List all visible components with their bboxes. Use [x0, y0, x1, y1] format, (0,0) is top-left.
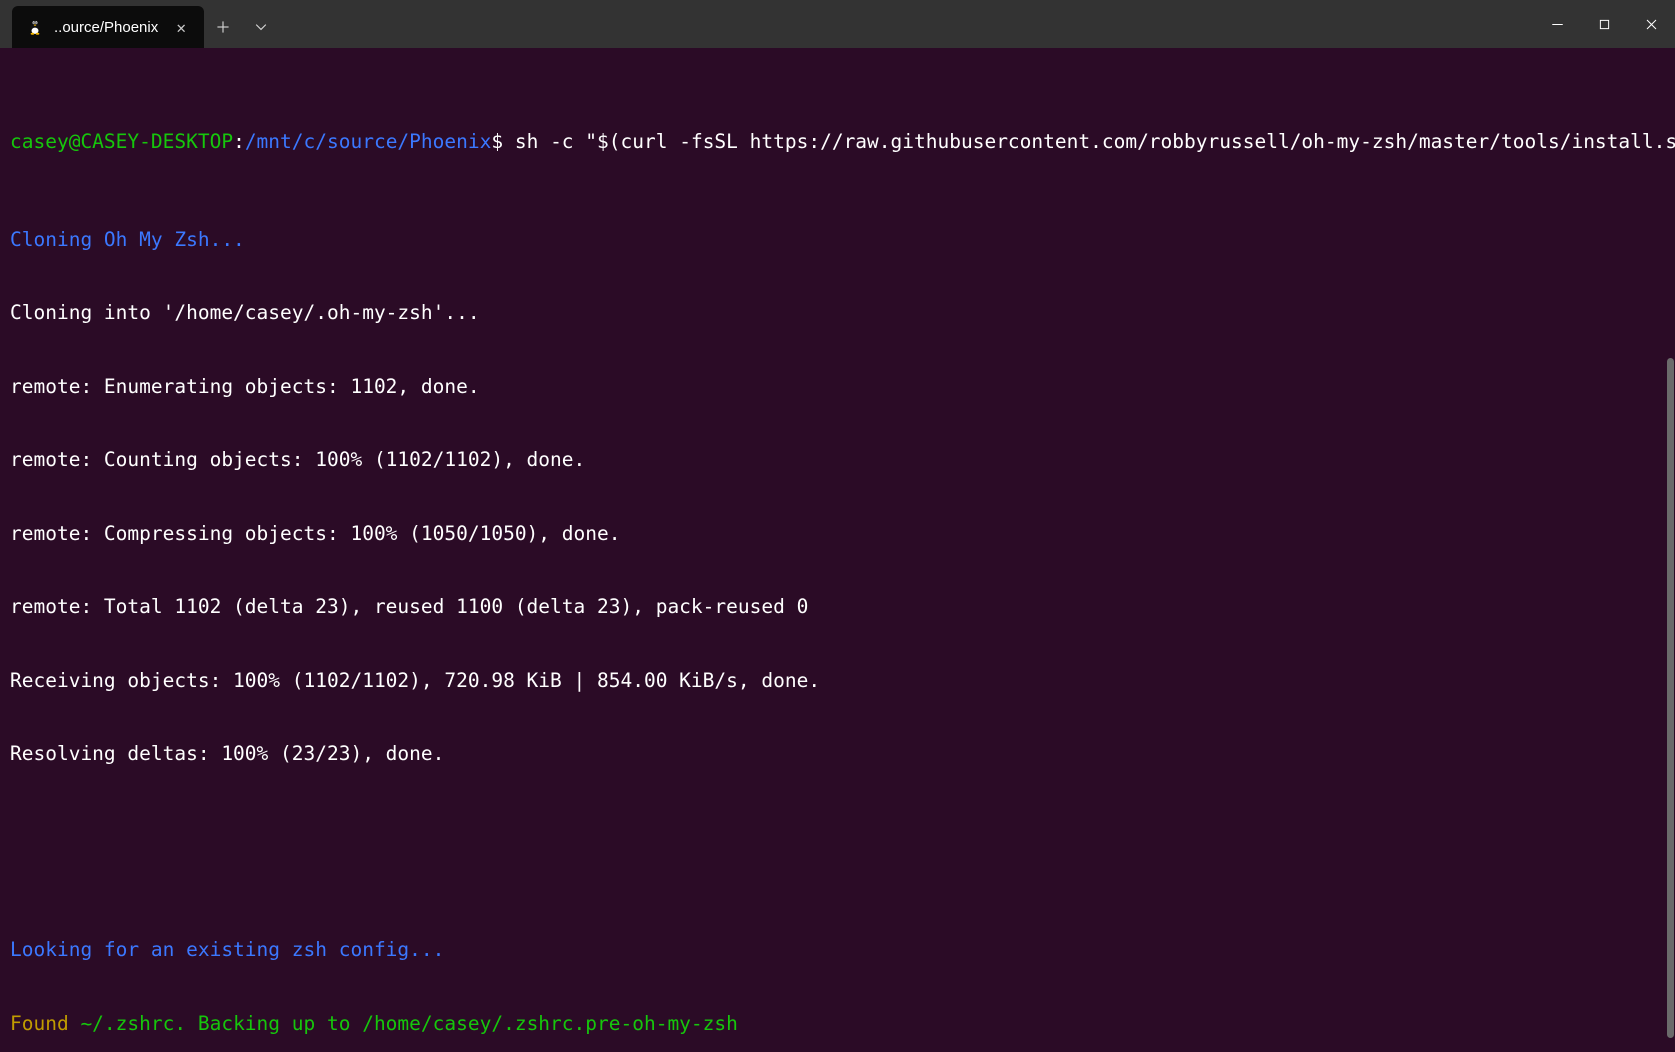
open-dropdown-button[interactable] — [242, 6, 280, 48]
tab-strip: ..ource/Phoenix ✕ — [0, 0, 280, 48]
found-label: Found — [10, 1011, 69, 1035]
line-found-zshrc: Found ~/.zshrc. Backing up to /home/case… — [10, 1012, 1665, 1037]
terminal-scrollbar[interactable] — [1666, 48, 1675, 1052]
terminal-viewport[interactable]: casey@CASEY-DESKTOP:/mnt/c/source/Phoeni… — [0, 48, 1675, 1052]
minimize-button[interactable] — [1534, 0, 1581, 48]
close-tab-icon[interactable]: ✕ — [168, 14, 194, 40]
prompt-sigil: $ — [491, 129, 504, 153]
window-titlebar: ..ource/Phoenix ✕ — [0, 0, 1675, 48]
close-icon — [1646, 19, 1657, 29]
terminal-output: casey@CASEY-DESKTOP:/mnt/c/source/Phoeni… — [10, 56, 1675, 1052]
line-resolving: Resolving deltas: 100% (23/23), done. — [10, 742, 445, 765]
line-looking-config: Looking for an existing zsh config... — [10, 938, 445, 961]
maximize-icon — [1599, 19, 1610, 29]
prompt-separator: : — [233, 129, 245, 153]
terminal-tab[interactable]: ..ource/Phoenix ✕ — [12, 6, 205, 48]
tab-title: ..ource/Phoenix — [54, 18, 159, 36]
close-window-button[interactable] — [1628, 0, 1675, 48]
line-compressing: remote: Compressing objects: 100% (1050/… — [10, 521, 621, 545]
chevron-down-icon — [256, 24, 267, 31]
line-total: remote: Total 1102 (delta 23), reused 11… — [10, 595, 809, 618]
window-controls — [1534, 0, 1675, 48]
command-line: casey@CASEY-DESKTOP:/mnt/c/source/Phoeni… — [10, 129, 1675, 155]
found-rest: ~/.zshrc. Backing up to /home/casey/.zsh… — [68, 1011, 738, 1035]
line-enumerating: remote: Enumerating objects: 1102, done. — [10, 374, 480, 398]
line-counting: remote: Counting objects: 100% (1102/110… — [10, 448, 586, 471]
prompt-path: /mnt/c/source/Phoenix — [244, 129, 492, 153]
maximize-button[interactable] — [1581, 0, 1628, 48]
scrollbar-thumb[interactable] — [1667, 358, 1674, 1038]
prompt-userhost: casey@CASEY-DESKTOP — [10, 129, 234, 153]
plus-icon — [217, 21, 229, 33]
line-receiving: Receiving objects: 100% (1102/1102), 720… — [10, 668, 821, 692]
line-cloning-header: Cloning Oh My Zsh... — [10, 227, 245, 251]
typed-command: sh -c "$(curl -fsSL https://raw.githubus… — [503, 129, 1675, 153]
new-tab-button[interactable] — [204, 6, 242, 48]
minimize-icon — [1552, 23, 1563, 25]
linux-penguin-icon — [26, 18, 44, 36]
line-cloning-into: Cloning into '/home/casey/.oh-my-zsh'... — [10, 301, 480, 324]
